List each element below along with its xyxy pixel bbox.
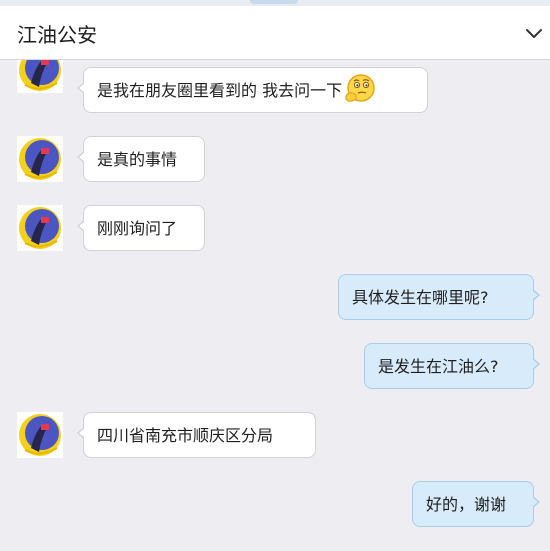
message-text: 是我在朋友圈里看到的 我去问一下 (97, 81, 343, 100)
top-strip-tab (250, 0, 298, 4)
message-text: 是发生在江油么? (378, 357, 499, 376)
message-bubble-incoming[interactable]: 是我在朋友圈里看到的 我去问一下 (77, 67, 428, 113)
message-bubble-outgoing[interactable]: 是发生在江油么? (364, 343, 540, 389)
message-bubble-outgoing[interactable]: 好的，谢谢 (412, 481, 540, 527)
contact-avatar[interactable] (17, 205, 63, 251)
message-bubble-incoming[interactable]: 四川省南充市顺庆区分局 (77, 412, 316, 458)
message-text: 刚刚询问了 (97, 219, 178, 238)
message-bubble-outgoing[interactable]: 具体发生在哪里呢? (338, 274, 540, 320)
message-text: 好的，谢谢 (426, 495, 507, 514)
message-list[interactable]: 是我在朋友圈里看到的 我去问一下 是真的事情 刚刚询问了 具体发生在哪里呢? 是… (0, 60, 550, 551)
contact-avatar[interactable] (17, 136, 63, 182)
chat-title: 江油公安 (17, 23, 97, 47)
chat-header: 江油公安 (0, 6, 550, 60)
contact-avatar[interactable] (17, 412, 63, 458)
message-text: 四川省南充市顺庆区分局 (97, 426, 274, 445)
message-text: 具体发生在哪里呢? (352, 288, 489, 307)
contact-avatar[interactable] (17, 60, 63, 93)
message-bubble-incoming[interactable]: 刚刚询问了 (77, 205, 205, 251)
thinking-emoji-icon (345, 73, 375, 102)
message-bubble-incoming[interactable]: 是真的事情 (77, 136, 205, 182)
message-text: 是真的事情 (97, 150, 178, 169)
chevron-down-icon[interactable] (524, 23, 544, 43)
